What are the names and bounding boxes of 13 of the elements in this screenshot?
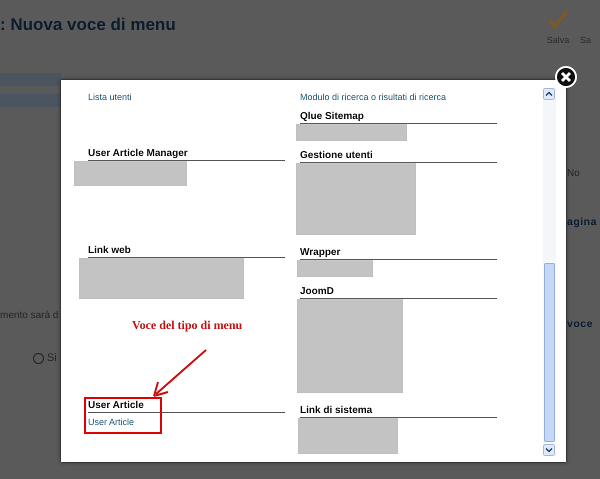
scrollbar[interactable] <box>543 88 556 456</box>
section-heading: User Article <box>88 400 285 413</box>
scroll-thumb[interactable] <box>544 263 555 442</box>
section-heading: agina <box>567 216 598 228</box>
scroll-down-icon[interactable] <box>543 444 555 456</box>
page-title: : Nuova voce di menu <box>0 15 176 35</box>
section-heading: voce <box>567 318 594 330</box>
menu-type-link[interactable]: User Article <box>88 417 134 427</box>
menu-type-link[interactable]: Modulo di ricerca o risultati di ricerca <box>300 92 446 102</box>
menu-type-link[interactable]: Lista utenti <box>88 92 132 102</box>
annotation-text: Voce del tipo di menu <box>132 318 242 333</box>
scroll-up-icon[interactable] <box>543 88 555 100</box>
close-icon[interactable] <box>555 66 577 88</box>
